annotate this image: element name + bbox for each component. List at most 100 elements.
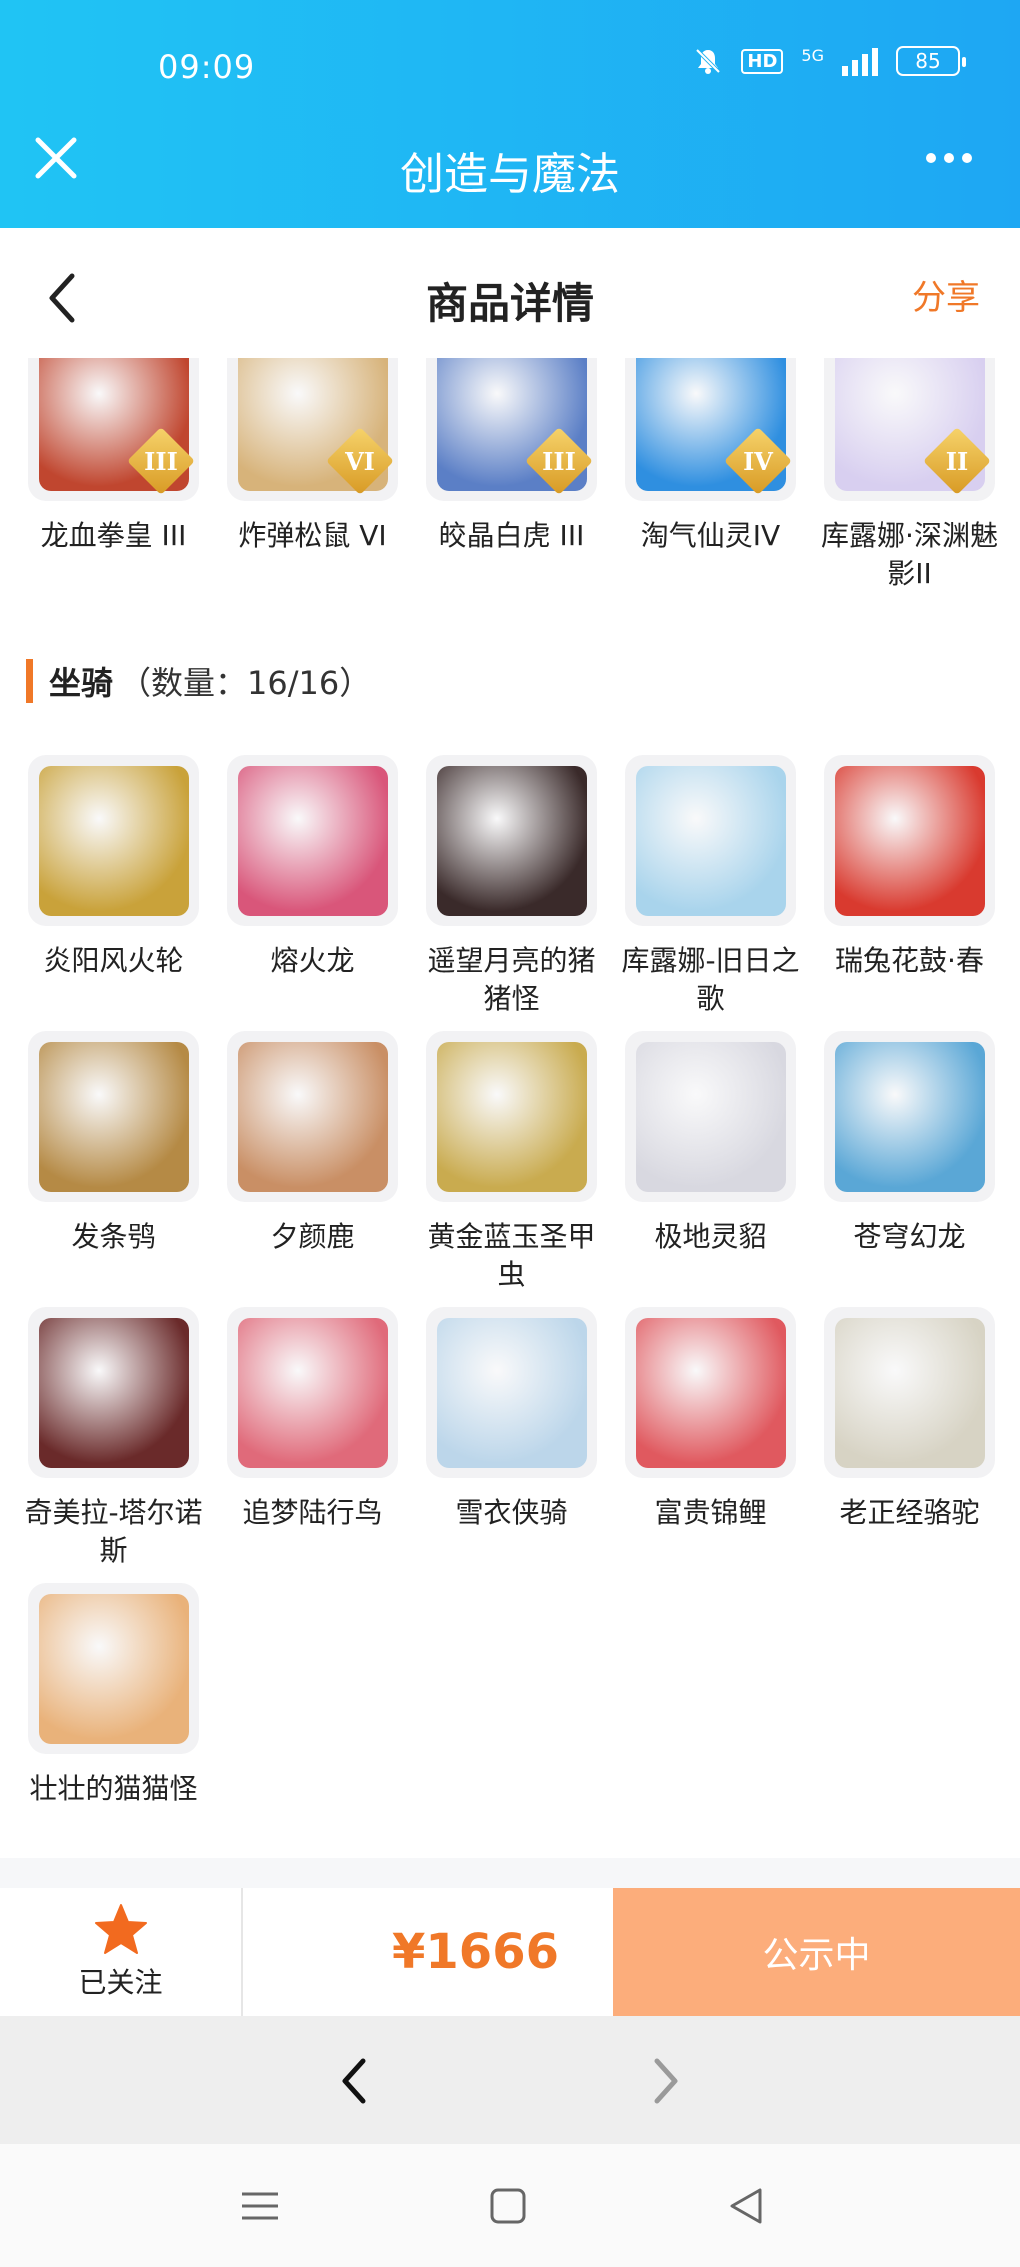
- item-card[interactable]: 追梦陆行鸟: [227, 1307, 398, 1570]
- status-time: 09:09: [158, 48, 256, 86]
- item-card[interactable]: 炎阳风火轮: [28, 755, 199, 1018]
- follow-button[interactable]: 已关注: [0, 1888, 243, 2016]
- section-accent-bar: [26, 659, 33, 703]
- item-image: [237, 765, 388, 916]
- tier-label: III: [144, 446, 178, 476]
- tier-badge: VI: [326, 427, 394, 495]
- item-image: [237, 1041, 388, 1192]
- menu-icon[interactable]: [236, 2182, 284, 2230]
- share-button[interactable]: 分享: [912, 270, 980, 319]
- section-title: 坐骑: [49, 664, 114, 702]
- item-card[interactable]: VI 炸弹松鼠 VI: [227, 358, 398, 593]
- price: ¥1666: [392, 1924, 559, 1980]
- item-image: [635, 1041, 786, 1192]
- item-card[interactable]: 雪衣侠骑: [426, 1307, 597, 1570]
- item-image: [635, 1317, 786, 1468]
- hd-badge: HD: [741, 48, 784, 74]
- app-top-bar: 09:09 HD 5G 85 创造与魔法: [0, 0, 1020, 228]
- mounts-section-header: 坐骑 （数量：16/16）: [26, 658, 371, 704]
- tier-badge: II: [923, 427, 991, 495]
- item-thumbnail: III: [426, 358, 597, 501]
- item-label: 雪衣侠骑: [455, 1496, 568, 1529]
- item-card[interactable]: 发条鸮: [28, 1031, 199, 1294]
- item-label: 追梦陆行鸟: [242, 1496, 383, 1529]
- signal-icon: [842, 46, 878, 76]
- item-label: 夕颜鹿: [270, 1220, 355, 1253]
- item-image: [436, 1041, 587, 1192]
- item-thumbnail: [625, 1307, 796, 1478]
- item-image: [834, 1317, 985, 1468]
- more-button[interactable]: [914, 130, 984, 186]
- mounts-row: 发条鸮 夕颜鹿 黄金蓝玉圣甲虫 极地灵貂 苍穹幻龙: [28, 1031, 995, 1294]
- item-thumbnail: [227, 755, 398, 926]
- tier-badge: IV: [724, 427, 792, 495]
- network-label: 5G: [801, 46, 824, 65]
- item-image: [237, 1317, 388, 1468]
- item-card[interactable]: 遥望月亮的猪猪怪: [426, 755, 597, 1018]
- pets-row: III 龙血拳皇 III VI 炸弹松鼠 VI III 皎晶白虎 III IV 淘气仙灵IV I…: [28, 358, 998, 593]
- item-thumbnail: [824, 1031, 995, 1202]
- item-label: 熔火龙: [270, 944, 355, 977]
- item-thumbnail: [625, 755, 796, 926]
- item-label: 库露娜·深渊魅影II: [821, 519, 998, 590]
- tier-label: III: [542, 446, 576, 476]
- item-card[interactable]: III 龙血拳皇 III: [28, 358, 199, 593]
- star-icon: [94, 1904, 147, 1954]
- item-thumbnail: [426, 755, 597, 926]
- item-card[interactable]: 瑞兔花鼓·春: [824, 755, 995, 1018]
- item-thumbnail: [227, 1307, 398, 1478]
- battery-icon: 85: [896, 46, 966, 76]
- status-button[interactable]: 公示中: [613, 1888, 1020, 2016]
- item-card[interactable]: II 库露娜·深渊魅影II: [821, 358, 998, 593]
- tier-label: IV: [743, 446, 773, 476]
- item-label: 苍穹幻龙: [853, 1220, 966, 1253]
- item-thumbnail: [426, 1307, 597, 1478]
- item-card[interactable]: 苍穹幻龙: [824, 1031, 995, 1294]
- system-nav-bar: [0, 2144, 1020, 2267]
- follow-label: 已关注: [78, 1966, 163, 1999]
- item-thumbnail: [28, 1583, 199, 1754]
- item-thumbnail: [824, 1307, 995, 1478]
- item-card[interactable]: IV 淘气仙灵IV: [625, 358, 796, 593]
- home-icon[interactable]: [484, 2182, 532, 2230]
- item-thumbnail: [28, 1307, 199, 1478]
- item-card[interactable]: 极地灵貂: [625, 1031, 796, 1294]
- item-card[interactable]: 黄金蓝玉圣甲虫: [426, 1031, 597, 1294]
- item-label: 库露娜-旧日之歌: [621, 944, 800, 1015]
- item-card[interactable]: III 皎晶白虎 III: [426, 358, 597, 593]
- item-thumbnail: [28, 1031, 199, 1202]
- item-label: 遥望月亮的猪猪怪: [427, 944, 596, 1015]
- item-thumbnail: [426, 1031, 597, 1202]
- action-bar: 已关注 ¥1666 公示中: [0, 1888, 1020, 2016]
- nav-back-button[interactable]: [320, 2046, 390, 2116]
- item-label: 奇美拉-塔尔诺斯: [24, 1496, 203, 1567]
- item-label: 发条鸮: [71, 1220, 156, 1253]
- nav-forward-button[interactable]: [630, 2046, 700, 2116]
- item-label: 炎阳风火轮: [43, 944, 184, 977]
- system-back-icon[interactable]: [722, 2182, 770, 2230]
- item-label: 淘气仙灵IV: [640, 519, 781, 552]
- item-card[interactable]: 奇美拉-塔尔诺斯: [24, 1307, 203, 1570]
- item-card[interactable]: 富贵锦鲤: [625, 1307, 796, 1570]
- browser-nav-bar: [0, 2016, 1020, 2144]
- tier-label: II: [945, 446, 969, 476]
- item-thumbnail: II: [824, 358, 995, 501]
- chevron-left-icon: [342, 2058, 366, 2104]
- item-card[interactable]: 熔火龙: [227, 755, 398, 1018]
- tier-badge: III: [525, 427, 593, 495]
- chevron-right-icon: [654, 2058, 678, 2104]
- item-card[interactable]: 库露娜-旧日之歌: [621, 755, 800, 1018]
- status-icons: HD 5G 85: [693, 46, 966, 76]
- item-label: 瑞兔花鼓·春: [835, 944, 984, 977]
- item-card[interactable]: 壮壮的猫猫怪: [28, 1583, 199, 1808]
- item-thumbnail: [227, 1031, 398, 1202]
- item-label: 龙血拳皇 III: [40, 519, 187, 552]
- item-image: [38, 1317, 189, 1468]
- item-card[interactable]: 夕颜鹿: [227, 1031, 398, 1294]
- item-card[interactable]: 老正经骆驼: [824, 1307, 995, 1570]
- page-title: 商品详情: [425, 279, 594, 328]
- item-image: [38, 1593, 189, 1744]
- tier-badge: III: [127, 427, 195, 495]
- item-label: 富贵锦鲤: [654, 1496, 767, 1529]
- tier-label: VI: [345, 446, 375, 476]
